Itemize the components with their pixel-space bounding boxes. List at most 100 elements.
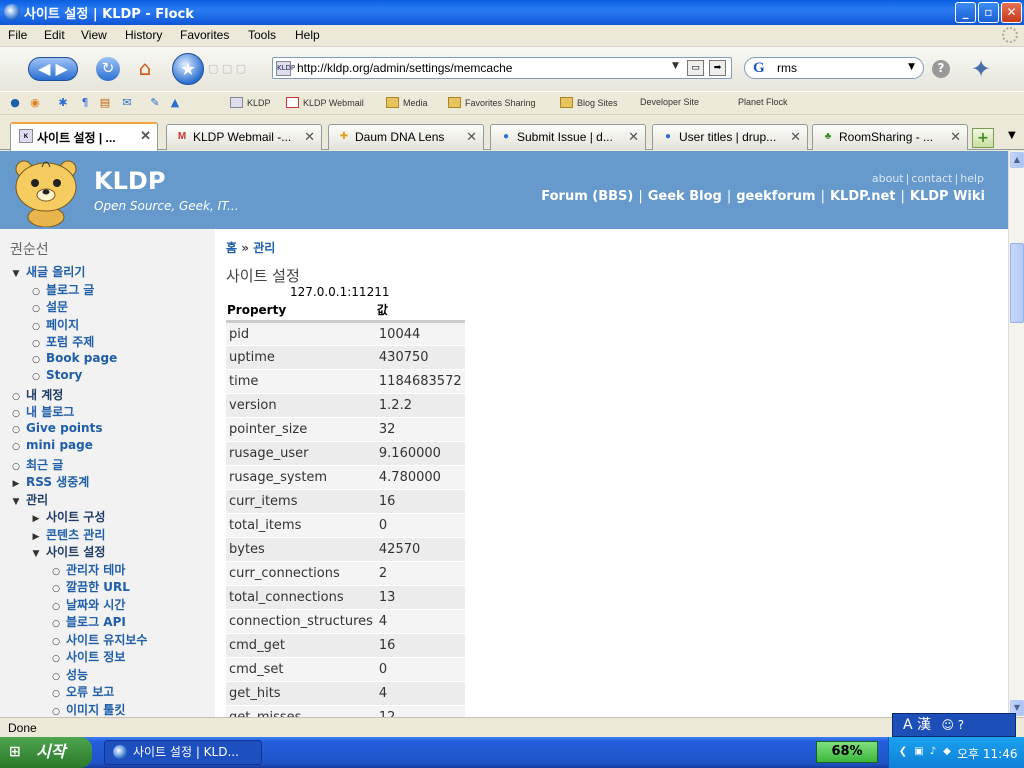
sidebar-item[interactable]: ▼ 새글 올리기 bbox=[12, 263, 86, 280]
google-search-icon[interactable]: G bbox=[753, 60, 765, 77]
sidebar-item[interactable]: ○ 관리자 테마 bbox=[52, 561, 125, 578]
tab-close-icon[interactable]: ✕ bbox=[950, 129, 961, 145]
new-tab-button[interactable]: + bbox=[972, 128, 994, 148]
bookmark-planet-flock[interactable]: Planet Flock bbox=[738, 97, 788, 259]
sidebar-item[interactable]: ○ 최근 글 bbox=[12, 456, 63, 473]
tab-kldp-webmail[interactable]: M KLDP Webmail -... ✕ bbox=[166, 124, 322, 150]
sidebar-item[interactable]: ○ 내 계정 bbox=[12, 386, 63, 403]
scroll-up-icon[interactable]: ▲ bbox=[1010, 152, 1024, 168]
sidebar-item[interactable]: ○ 포럼 주제 bbox=[32, 333, 94, 350]
sidebar-item[interactable]: ○ mini page bbox=[12, 438, 93, 452]
tab-close-icon[interactable]: ✕ bbox=[790, 129, 801, 145]
sidebar-item[interactable]: ▶ 사이트 구성 bbox=[32, 508, 106, 525]
link-geekforum[interactable]: geekforum bbox=[736, 189, 815, 204]
address-bar[interactable]: KLDP http://kldp.org/admin/settings/memc… bbox=[272, 57, 732, 79]
tab-close-icon[interactable]: ✕ bbox=[466, 129, 477, 145]
sidebar-item[interactable]: ○ 사이트 유지보수 bbox=[52, 631, 147, 648]
page-info-icon[interactable]: ▭ bbox=[687, 60, 704, 76]
taskbar-item-flock[interactable]: 사이트 설정 | KLD... bbox=[104, 740, 262, 765]
vertical-scrollbar[interactable]: ▲ ▼ bbox=[1008, 151, 1024, 717]
sidebar-item[interactable]: ○ 블로그 API bbox=[52, 613, 126, 630]
ime-language-bar[interactable]: A 漢 ☺ ? bbox=[892, 713, 1016, 737]
sidebar-item[interactable]: ○ 날짜와 시간 bbox=[52, 596, 125, 613]
security-icon[interactable]: ◆ bbox=[941, 746, 953, 758]
tab-close-icon[interactable]: ✕ bbox=[304, 129, 315, 145]
home-icon[interactable]: ⌂ bbox=[132, 55, 158, 81]
sidebar-item[interactable]: ○ Story bbox=[32, 368, 82, 382]
bookmark-favorites-sharing[interactable]: Favorites Sharing bbox=[448, 97, 536, 108]
go-arrow-icon[interactable]: ➡ bbox=[709, 60, 726, 76]
breadcrumb-home[interactable]: 홈 bbox=[226, 241, 237, 255]
bookmark-developer-site[interactable]: Developer Site bbox=[640, 97, 699, 259]
reload-icon[interactable]: ↻ bbox=[96, 57, 120, 81]
link-forum[interactable]: Forum (BBS) bbox=[541, 189, 633, 204]
sidebar-item[interactable]: ○ 사이트 정보 bbox=[52, 648, 125, 665]
upload-icon[interactable]: ▲ bbox=[168, 96, 182, 110]
link-kldp-wiki[interactable]: KLDP Wiki bbox=[910, 189, 985, 204]
sidebar-item[interactable]: ○ 이미지 툴킷 bbox=[52, 701, 125, 718]
kldp-bear-logo[interactable] bbox=[8, 155, 84, 227]
clipboard-icon[interactable]: ¶ bbox=[78, 96, 92, 110]
menu-help[interactable]: Help bbox=[295, 28, 320, 42]
link-kldp-net[interactable]: KLDP.net bbox=[830, 189, 896, 204]
start-button[interactable]: ⊞ 시작 bbox=[0, 737, 92, 768]
sidebar-item[interactable]: ▼ 사이트 설정 bbox=[32, 543, 106, 560]
sidebar-item[interactable]: ○ 성능 bbox=[52, 666, 88, 683]
menu-tools[interactable]: Tools bbox=[248, 28, 276, 42]
search-box[interactable]: G rms ▼ bbox=[744, 57, 924, 79]
web-clipboard-icon[interactable]: ▤ bbox=[98, 96, 112, 110]
tab-close-icon[interactable]: ✕ bbox=[140, 128, 151, 144]
bookmark-kldp-webmail[interactable]: KLDP Webmail bbox=[286, 97, 364, 108]
search-input[interactable]: rms bbox=[777, 61, 797, 75]
tab-user-titles[interactable]: ● User titles | drup... ✕ bbox=[652, 124, 808, 150]
network-icon[interactable]: ▣ bbox=[913, 746, 925, 758]
photos-icon[interactable]: ✱ bbox=[56, 96, 70, 110]
minimize-button[interactable]: _ bbox=[955, 2, 976, 23]
people-sidebar-icon[interactable]: ● bbox=[8, 96, 22, 110]
bookmark-media[interactable]: Media bbox=[386, 97, 428, 108]
help-icon[interactable]: ? bbox=[932, 60, 950, 78]
url-dropdown-icon[interactable]: ▼ bbox=[672, 61, 679, 71]
tab-daum-dna-lens[interactable]: ✚ Daum DNA Lens ✕ bbox=[328, 124, 484, 150]
tab-list-dropdown-icon[interactable]: ▼ bbox=[1008, 130, 1016, 141]
flock-logo-icon[interactable]: ✦ bbox=[966, 55, 996, 85]
tab-roomsharing[interactable]: ♣ RoomSharing - ... ✕ bbox=[812, 124, 968, 150]
sidebar-item[interactable]: ○ 페이지 bbox=[32, 316, 79, 333]
url-input[interactable]: http://kldp.org/admin/settings/memcache bbox=[297, 61, 512, 75]
maximize-button[interactable]: ▫ bbox=[978, 2, 999, 23]
sidebar-item[interactable]: ○ Book page bbox=[32, 351, 117, 365]
window-title-bar[interactable]: 사이트 설정 | KLDP - Flock _ ▫ ✕ bbox=[0, 0, 1024, 25]
tab-submit-issue[interactable]: ● Submit Issue | d... ✕ bbox=[490, 124, 646, 150]
tab-close-icon[interactable]: ✕ bbox=[628, 129, 639, 145]
link-help[interactable]: help bbox=[960, 172, 984, 185]
link-contact[interactable]: contact bbox=[911, 172, 952, 185]
search-dropdown-icon[interactable]: ▼ bbox=[908, 62, 915, 72]
ime-mode[interactable]: A 漢 bbox=[903, 717, 931, 733]
volume-icon[interactable]: ♪ bbox=[927, 746, 939, 758]
sidebar-item[interactable]: ○ 깔끔한 URL bbox=[52, 578, 130, 595]
sidebar-item[interactable]: ○ Give points bbox=[12, 421, 102, 435]
menu-edit[interactable]: Edit bbox=[44, 28, 65, 42]
battery-indicator[interactable]: 68% bbox=[816, 741, 878, 763]
close-button[interactable]: ✕ bbox=[1001, 2, 1022, 23]
ime-tools-icon[interactable]: ☺ ? bbox=[941, 718, 964, 732]
scrollbar-thumb[interactable] bbox=[1010, 243, 1024, 323]
link-geek-blog[interactable]: Geek Blog bbox=[648, 189, 722, 204]
feeds-icon[interactable]: ◉ bbox=[28, 96, 42, 110]
blog-editor-icon[interactable]: ✎ bbox=[148, 96, 162, 110]
sidebar-item[interactable]: ○ 내 블로그 bbox=[12, 403, 74, 420]
sidebar-item[interactable]: ○ 설문 bbox=[32, 298, 68, 315]
sidebar-item[interactable]: ▶ 콘텐츠 관리 bbox=[32, 526, 106, 543]
link-about[interactable]: about bbox=[872, 172, 904, 185]
menu-file[interactable]: File bbox=[8, 28, 27, 42]
sidebar-item[interactable]: ▶ RSS 생중계 bbox=[12, 473, 90, 490]
menu-view[interactable]: View bbox=[81, 28, 107, 42]
bookmark-kldp[interactable]: KLDP bbox=[230, 97, 271, 108]
star-favorites-icon[interactable]: ★ bbox=[172, 53, 204, 85]
bookmark-blog-sites[interactable]: Blog Sites bbox=[560, 97, 618, 108]
menu-favorites[interactable]: Favorites bbox=[180, 28, 229, 42]
site-name[interactable]: KLDP bbox=[94, 167, 165, 195]
breadcrumb-admin[interactable]: 관리 bbox=[253, 241, 275, 255]
sidebar-item[interactable]: ○ 오류 보고 bbox=[52, 683, 114, 700]
menu-history[interactable]: History bbox=[125, 28, 162, 42]
